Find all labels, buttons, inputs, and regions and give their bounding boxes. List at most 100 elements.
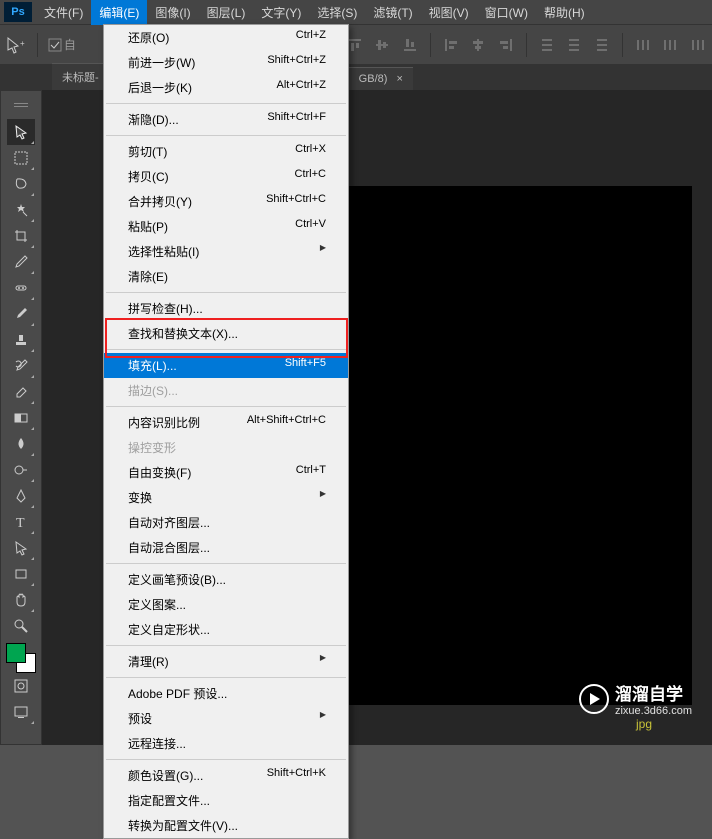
menu-item[interactable]: 还原(O)Ctrl+Z [104, 25, 348, 50]
menu-item-shortcut: Shift+F5 [285, 357, 326, 374]
menu-item[interactable]: 定义画笔预设(B)... [104, 567, 348, 592]
watermark-url: zixue.3d66.com [615, 705, 692, 717]
screen-mode-tool[interactable] [7, 699, 35, 725]
align-bottom-icon[interactable] [400, 33, 420, 57]
path-selection-tool[interactable] [7, 535, 35, 561]
menu-item-label: 查找和替换文本(X)... [128, 325, 238, 342]
menu-window[interactable]: 窗口(W) [477, 0, 536, 25]
history-brush-tool[interactable] [7, 353, 35, 379]
menu-separator [106, 349, 346, 350]
menu-view[interactable]: 视图(V) [421, 0, 477, 25]
menu-select[interactable]: 选择(S) [309, 0, 365, 25]
menu-item[interactable]: 剪切(T)Ctrl+X [104, 139, 348, 164]
document-tab-label: GB/8) [359, 73, 388, 85]
menu-layer[interactable]: 图层(L) [199, 0, 254, 25]
menu-separator [106, 759, 346, 760]
align-right-icon[interactable] [496, 33, 516, 57]
quick-mask-tool[interactable] [7, 673, 35, 699]
stamp-tool[interactable] [7, 327, 35, 353]
brush-tool[interactable] [7, 301, 35, 327]
menu-item[interactable]: 后退一步(K)Alt+Ctrl+Z [104, 75, 348, 100]
distribute-bottom-icon[interactable] [592, 33, 612, 57]
menu-item[interactable]: 定义自定形状... [104, 617, 348, 642]
distribute-top-icon[interactable] [537, 33, 557, 57]
menu-item[interactable]: 填充(L)...Shift+F5 [104, 353, 348, 378]
current-tool-icon[interactable]: + [4, 31, 27, 59]
align-vcenter-icon[interactable] [372, 33, 392, 57]
document-tab[interactable]: 未标题- [52, 63, 109, 90]
menu-item[interactable]: 粘贴(P)Ctrl+V [104, 214, 348, 239]
healing-tool[interactable] [7, 275, 35, 301]
dodge-tool[interactable] [7, 457, 35, 483]
svg-text:+: + [20, 39, 25, 48]
pen-tool[interactable] [7, 483, 35, 509]
blur-tool[interactable] [7, 431, 35, 457]
menu-item[interactable]: 合并拷贝(Y)Shift+Ctrl+C [104, 189, 348, 214]
menu-item[interactable]: 转换为配置文件(V)... [104, 813, 348, 838]
rectangle-tool[interactable] [7, 561, 35, 587]
move-tool[interactable] [7, 119, 35, 145]
watermark: 溜溜自学 zixue.3d66.com [579, 680, 692, 717]
color-swatches[interactable] [6, 643, 36, 673]
auto-select-checkbox[interactable]: 自 [48, 36, 76, 53]
menu-item-shortcut: Shift+Ctrl+K [267, 767, 326, 784]
magic-wand-tool[interactable] [7, 197, 35, 223]
menu-item[interactable]: 自动混合图层... [104, 535, 348, 560]
menu-item[interactable]: 自由变换(F)Ctrl+T [104, 460, 348, 485]
menu-item[interactable]: 内容识别比例Alt+Shift+Ctrl+C [104, 410, 348, 435]
menu-item[interactable]: 自动对齐图层... [104, 510, 348, 535]
distribute-right-icon[interactable] [688, 33, 708, 57]
menu-separator [106, 406, 346, 407]
menu-item[interactable]: 指定配置文件... [104, 788, 348, 813]
eraser-tool[interactable] [7, 379, 35, 405]
menu-item[interactable]: 清除(E) [104, 264, 348, 289]
foreground-color-swatch[interactable] [6, 643, 26, 663]
menu-item[interactable]: 渐隐(D)...Shift+Ctrl+F [104, 107, 348, 132]
menu-type[interactable]: 文字(Y) [253, 0, 309, 25]
distribute-left-icon[interactable] [633, 33, 653, 57]
menu-item[interactable]: 拼写检查(H)... [104, 296, 348, 321]
menu-item[interactable]: 远程连接... [104, 731, 348, 756]
menu-item[interactable]: 操控变形 [104, 435, 348, 460]
menu-item[interactable]: 描边(S)... [104, 378, 348, 403]
menu-item-shortcut: Shift+Ctrl+F [267, 111, 326, 128]
menu-item-shortcut: Ctrl+V [295, 218, 326, 235]
menu-item[interactable]: 选择性粘贴(I) [104, 239, 348, 264]
menu-item[interactable]: 变换 [104, 485, 348, 510]
toolbox-handle[interactable] [7, 93, 35, 119]
type-tool[interactable]: T [7, 509, 35, 535]
align-left-icon[interactable] [441, 33, 461, 57]
distribute-hcenter-icon[interactable] [661, 33, 681, 57]
menu-file[interactable]: 文件(F) [36, 0, 91, 25]
menu-item-label: 还原(O) [128, 29, 169, 46]
crop-tool[interactable] [7, 223, 35, 249]
gradient-tool[interactable] [7, 405, 35, 431]
distribute-vcenter-icon[interactable] [565, 33, 585, 57]
menu-item[interactable]: 定义图案... [104, 592, 348, 617]
align-hcenter-icon[interactable] [468, 33, 488, 57]
menu-item-label: 自由变换(F) [128, 464, 191, 481]
menu-item[interactable]: 拷贝(C)Ctrl+C [104, 164, 348, 189]
menu-item[interactable]: Adobe PDF 预设... [104, 681, 348, 706]
hand-tool[interactable] [7, 587, 35, 613]
zoom-tool[interactable] [7, 613, 35, 639]
close-tab-icon[interactable]: × [396, 73, 402, 85]
menu-help[interactable]: 帮助(H) [536, 0, 593, 25]
menu-item-label: 远程连接... [128, 735, 186, 752]
auto-select-label: 自 [64, 36, 76, 53]
canvas[interactable] [348, 186, 692, 705]
menu-item-label: 定义图案... [128, 596, 186, 613]
menu-item[interactable]: 颜色设置(G)...Shift+Ctrl+K [104, 763, 348, 788]
menu-edit[interactable]: 编辑(E) [91, 0, 147, 25]
menu-item[interactable]: 前进一步(W)Shift+Ctrl+Z [104, 50, 348, 75]
menu-item[interactable]: 清理(R) [104, 649, 348, 674]
marquee-tool[interactable] [7, 145, 35, 171]
menu-filter[interactable]: 滤镜(T) [365, 0, 420, 25]
lasso-tool[interactable] [7, 171, 35, 197]
menu-separator [106, 135, 346, 136]
document-tab[interactable]: GB/8) × [349, 67, 413, 90]
menu-item[interactable]: 查找和替换文本(X)... [104, 321, 348, 346]
eyedropper-tool[interactable] [7, 249, 35, 275]
menu-image[interactable]: 图像(I) [147, 0, 198, 25]
menu-item[interactable]: 预设 [104, 706, 348, 731]
